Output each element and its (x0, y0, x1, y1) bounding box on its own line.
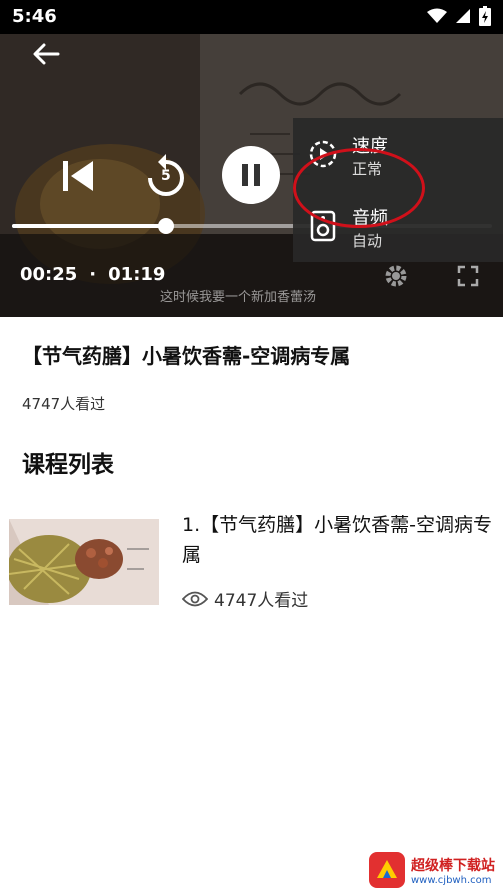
status-time: 5:46 (12, 6, 57, 27)
watermark-url: www.cjbwh.com (411, 874, 492, 886)
highlight-annotation (293, 148, 425, 228)
settings-button[interactable] (380, 260, 412, 292)
watermark: 超级棒下载站 www.cjbwh.com (367, 848, 501, 892)
status-bar: 5:46 (0, 0, 503, 34)
progress-fill (12, 224, 166, 228)
replay-seconds: 5 (161, 168, 171, 184)
time-display: 00:25 · 01:19 (20, 264, 165, 285)
battery-icon (479, 6, 491, 26)
lesson-view-count: 4747人看过 (214, 591, 309, 611)
lesson-title[interactable]: 1.【节气药膳】小暑饮香薷-空调病专属 (182, 510, 492, 570)
arrow-left-icon (33, 43, 60, 65)
pause-icon (242, 164, 260, 186)
cellular-icon (456, 9, 470, 23)
replay-button[interactable]: 5 (142, 150, 190, 202)
page-title: 【节气药膳】小暑饮香薷-空调病专属 (22, 344, 351, 368)
gear-icon (385, 265, 407, 287)
wifi-icon (427, 8, 447, 23)
fullscreen-button[interactable] (452, 260, 484, 292)
status-icons (427, 6, 491, 26)
back-button[interactable] (28, 38, 64, 70)
watermark-name: 超级棒下载站 (411, 857, 495, 874)
progress-thumb[interactable] (157, 218, 174, 234)
fullscreen-icon (457, 265, 479, 287)
current-time: 00:25 (20, 264, 78, 285)
watermark-logo (369, 852, 405, 888)
eye-icon (182, 591, 208, 606)
lesson-thumbnail (9, 519, 159, 605)
lesson-views: 4747人看过 (182, 586, 308, 611)
section-title: 课程列表 (22, 452, 114, 478)
previous-button[interactable] (56, 154, 100, 198)
time-separator: · (89, 264, 97, 285)
video-subtitle: 这时候我要一个新加香蕾汤 (160, 290, 317, 305)
skip-previous-icon (63, 161, 93, 191)
menu-value-audio: 自动 (352, 232, 383, 250)
view-count: 4747人看过 (22, 395, 106, 413)
pause-button[interactable] (222, 146, 280, 204)
duration: 01:19 (108, 264, 166, 285)
